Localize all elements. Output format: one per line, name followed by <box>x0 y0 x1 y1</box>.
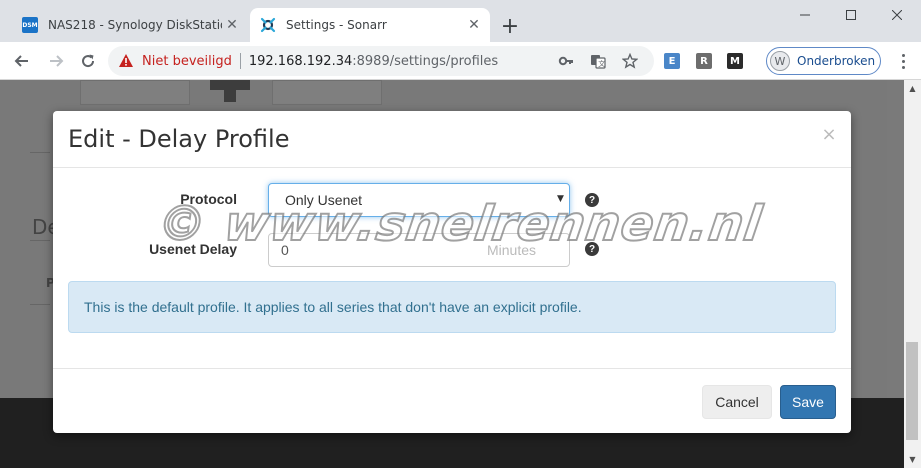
browser-toolbar: Niet beveiligd 192.168.192.34 :8989/sett… <box>0 42 921 80</box>
divider <box>30 152 50 153</box>
usenet-delay-value: 0 <box>281 242 289 258</box>
modal-close-icon[interactable]: × <box>821 124 837 145</box>
usenet-delay-unit: Minutes <box>487 242 537 258</box>
warning-icon[interactable] <box>118 53 134 69</box>
profile-card <box>272 80 382 105</box>
usenet-delay-input[interactable]: 0 Minutes <box>268 233 570 267</box>
tab-title: Settings - Sonarr <box>286 18 387 32</box>
tab-strip: DSM NAS218 - Synology DiskStation ✕ Sett… <box>0 0 921 42</box>
address-bar[interactable]: Niet beveiligd 192.168.192.34 :8989/sett… <box>108 46 654 76</box>
reload-icon[interactable] <box>76 49 100 73</box>
help-icon[interactable]: ? <box>585 193 599 207</box>
tab-close-icon[interactable]: ✕ <box>222 15 242 35</box>
extension-icon[interactable]: M <box>727 53 743 69</box>
profile-button[interactable]: W Onderbroken <box>766 47 881 75</box>
browser-window: DSM NAS218 - Synology DiskStation ✕ Sett… <box>0 0 921 468</box>
sonarr-favicon-icon <box>260 17 276 33</box>
maximize-icon[interactable] <box>828 4 874 26</box>
key-icon[interactable] <box>558 53 574 69</box>
new-tab-button[interactable]: + <box>498 14 522 39</box>
help-icon[interactable]: ? <box>585 242 599 256</box>
tab-sonarr-settings[interactable]: Settings - Sonarr ✕ <box>250 8 490 42</box>
svg-text:文: 文 <box>598 59 605 68</box>
avatar: W <box>770 51 790 71</box>
star-icon[interactable] <box>622 53 638 69</box>
scroll-up-icon[interactable]: ▲ <box>904 80 921 97</box>
close-icon[interactable] <box>874 4 920 26</box>
translate-icon[interactable]: 文 <box>590 53 606 69</box>
divider <box>30 304 50 305</box>
profile-card <box>80 80 190 105</box>
minimize-icon[interactable] <box>782 4 828 26</box>
url-host: 192.168.192.34 <box>248 53 353 69</box>
protocol-select[interactable]: Only Usenet ▼ <box>268 183 570 217</box>
cancel-button[interactable]: Cancel <box>702 385 772 419</box>
save-button[interactable]: Save <box>780 385 836 419</box>
scroll-down-icon[interactable]: ▼ <box>904 451 921 468</box>
kebab-menu-icon[interactable] <box>893 51 913 71</box>
divider <box>30 240 50 241</box>
forward-arrow-icon[interactable] <box>44 49 68 73</box>
modal-footer: Cancel Save <box>53 368 851 433</box>
extension-icon[interactable]: R <box>696 53 712 69</box>
back-arrow-icon[interactable] <box>10 49 34 73</box>
dropdown-caret-icon: ▼ <box>557 194 564 204</box>
tab-title: NAS218 - Synology DiskStation <box>48 18 222 32</box>
tab-close-icon[interactable]: ✕ <box>464 15 484 35</box>
add-profile-icon <box>210 80 250 90</box>
security-label[interactable]: Niet beveiligd <box>142 54 232 69</box>
dsm-favicon-icon: DSM <box>22 17 38 33</box>
omnibox-separator <box>239 53 241 69</box>
protocol-label: Protocol <box>180 191 237 207</box>
modal-title: Edit - Delay Profile <box>68 125 290 153</box>
url-path: :8989/settings/profiles <box>352 53 499 69</box>
info-text: This is the default profile. It applies … <box>84 299 582 315</box>
scrollbar-thumb[interactable] <box>906 342 918 440</box>
default-profile-info: This is the default profile. It applies … <box>68 281 836 333</box>
edit-delay-profile-modal: Edit - Delay Profile × Protocol Only Use… <box>53 111 851 433</box>
extension-icon[interactable]: E <box>664 53 680 69</box>
tab-diskstation[interactable]: DSM NAS218 - Synology DiskStation ✕ <box>12 8 248 42</box>
profile-status: Onderbroken <box>797 54 876 68</box>
modal-header: Edit - Delay Profile × <box>53 111 851 168</box>
usenet-delay-label: Usenet Delay <box>149 241 237 257</box>
protocol-selected-value: Only Usenet <box>285 192 363 208</box>
